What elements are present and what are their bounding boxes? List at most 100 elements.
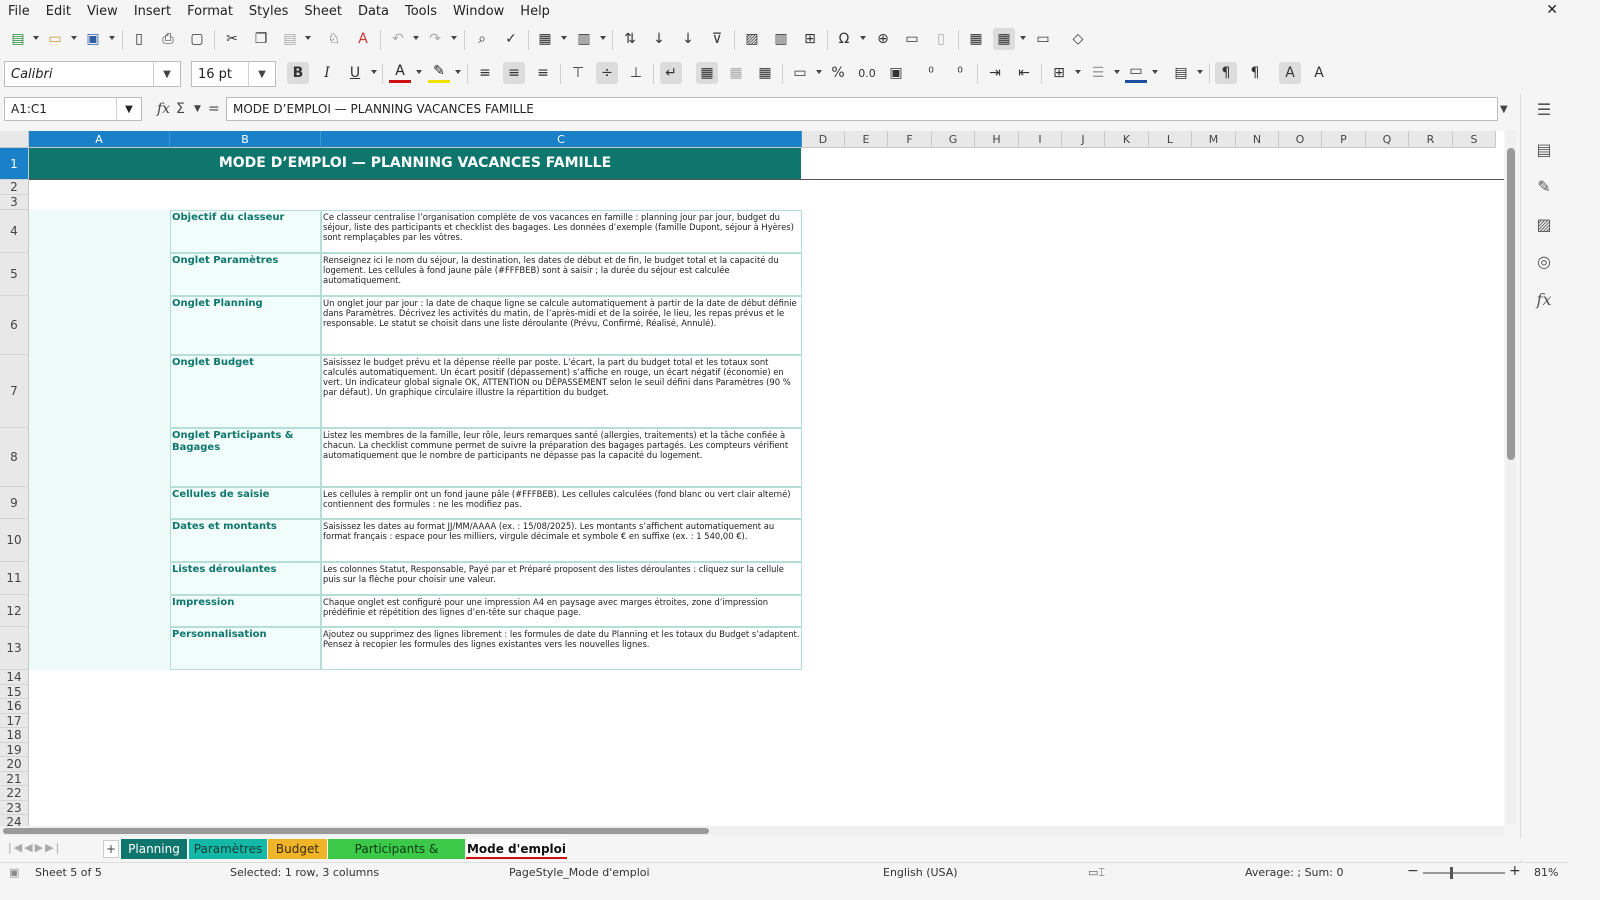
row-header-24[interactable]: 24 <box>0 815 29 826</box>
align-left-icon[interactable]: ≡ <box>474 62 496 84</box>
clone-formatting-icon[interactable]: ♘ <box>323 28 345 50</box>
italic-button[interactable]: I <box>316 62 338 84</box>
entry-label[interactable]: Onglet Planning <box>170 296 321 355</box>
row-icon[interactable]: ▦ <box>534 28 556 50</box>
row-header-19[interactable]: 19 <box>0 743 29 757</box>
align-center-icon[interactable]: ≡ <box>503 62 525 84</box>
chevron-down-icon[interactable]: ▼ <box>116 98 141 120</box>
border-style-icon[interactable]: ☰ <box>1087 62 1109 84</box>
number-format-button[interactable]: 0.0 <box>856 62 878 84</box>
column-header-q[interactable]: Q <box>1366 131 1409 148</box>
menu-insert[interactable]: Insert <box>126 4 179 19</box>
conditional-format-icon[interactable]: ▤ <box>1170 62 1192 84</box>
row-header-21[interactable]: 21 <box>0 772 29 786</box>
column-header-c[interactable]: C <box>321 131 802 148</box>
define-print-area-icon[interactable]: ▦ <box>965 28 987 50</box>
entry-label[interactable]: Objectif du classeur <box>170 210 321 253</box>
column-header-g[interactable]: G <box>932 131 975 148</box>
save-icon[interactable]: ▣ <box>82 28 104 50</box>
column-header-o[interactable]: O <box>1279 131 1322 148</box>
row-header-18[interactable]: 18 <box>0 728 29 743</box>
menu-view[interactable]: View <box>79 4 126 19</box>
align-top-icon[interactable]: ⊤ <box>567 62 589 84</box>
align-right-icon[interactable]: ≡ <box>532 62 554 84</box>
chevron-down-icon[interactable]: ▼ <box>153 62 180 86</box>
row-header-9[interactable]: 9 <box>0 487 29 519</box>
menu-help[interactable]: Help <box>512 4 558 19</box>
language[interactable]: English (USA) <box>883 866 958 879</box>
sum-icon[interactable]: Σ <box>176 101 185 117</box>
tab-navigation-icon[interactable]: |◀◀▶▶| <box>8 841 61 854</box>
column-header-d[interactable]: D <box>802 131 845 148</box>
row-header-2[interactable]: 2 <box>0 180 29 195</box>
find-replace-icon[interactable]: ⌕ <box>471 28 493 50</box>
print-preview-icon[interactable]: ▢ <box>186 28 208 50</box>
hyperlink-icon[interactable]: ⊕ <box>872 28 894 50</box>
spelling-icon[interactable]: ✓ <box>500 28 522 50</box>
zoom-in-icon[interactable]: + <box>1509 863 1521 879</box>
font-size-combo[interactable]: 16 pt ▼ <box>191 61 276 87</box>
header-footer-icon[interactable]: ▯ <box>930 28 952 50</box>
entry-label[interactable]: Personnalisation <box>170 627 321 670</box>
insert-image-icon[interactable]: ▨ <box>741 28 763 50</box>
sort-ascending-icon[interactable]: ↓ <box>648 28 670 50</box>
vertical-scroll-thumb[interactable] <box>1507 148 1515 460</box>
entry-label[interactable]: Onglet Budget <box>170 355 321 428</box>
expand-formula-bar-icon[interactable]: ▼ <box>1500 104 1508 115</box>
cut-icon[interactable]: ✂ <box>221 28 243 50</box>
formula-input[interactable]: MODE D’EMPLOI — PLANNING VACANCES FAMILL… <box>226 97 1498 121</box>
menu-styles[interactable]: Styles <box>241 4 296 19</box>
document-modified-icon[interactable]: ▣ <box>9 866 19 879</box>
row-header-3[interactable]: 3 <box>0 195 29 210</box>
entry-text[interactable]: Saisissez les dates au format JJ/MM/AAAA… <box>321 519 802 562</box>
borders-icon[interactable]: ⊞ <box>1048 62 1070 84</box>
formula-equals-icon[interactable]: = <box>208 101 220 117</box>
show-draw-functions-icon[interactable]: ◇ <box>1067 28 1089 50</box>
column-header-h[interactable]: H <box>975 131 1019 148</box>
row-header-8[interactable]: 8 <box>0 428 29 487</box>
entry-text[interactable]: Les cellules à remplir ont un fond jaune… <box>321 487 802 519</box>
column-header-n[interactable]: N <box>1236 131 1279 148</box>
horizontal-scroll-thumb[interactable] <box>3 828 709 834</box>
row-header-10[interactable]: 10 <box>0 519 29 562</box>
highlight-color-icon[interactable]: ✎ <box>428 62 450 83</box>
tab-mode-d-emploi[interactable]: Mode d'emploi <box>466 839 567 859</box>
unmerge-cells-icon[interactable]: ▦ <box>754 62 776 84</box>
menu-edit[interactable]: Edit <box>38 4 79 19</box>
menu-data[interactable]: Data <box>350 4 397 19</box>
add-sheet-icon[interactable]: + <box>103 840 119 858</box>
chevron-down-icon[interactable]: ▼ <box>194 104 201 114</box>
tab-budget[interactable]: Budget <box>268 839 327 859</box>
selection-mode-icon[interactable]: ▭⌶ <box>1088 866 1105 880</box>
comment-icon[interactable]: ▭ <box>901 28 923 50</box>
row-header-1[interactable]: 1 <box>0 148 29 180</box>
border-color-icon[interactable]: ▭ <box>1125 62 1147 83</box>
zoom-level[interactable]: 81% <box>1534 866 1558 879</box>
row-header-23[interactable]: 23 <box>0 801 29 815</box>
column-header-p[interactable]: P <box>1322 131 1366 148</box>
spreadsheet-grid[interactable]: A B C D E F G H I J K L M N O P Q R S 1 … <box>0 131 1504 826</box>
special-character-icon[interactable]: Ω <box>833 28 855 50</box>
open-folder-icon[interactable]: ▭ <box>44 28 66 50</box>
menu-file[interactable]: File <box>0 4 38 19</box>
zoom-slider-thumb[interactable] <box>1450 867 1453 879</box>
currency-format-icon[interactable]: ▭ <box>789 62 811 84</box>
font-color-icon[interactable]: A <box>389 62 411 83</box>
column-header-k[interactable]: K <box>1105 131 1149 148</box>
name-box[interactable]: A1:C1 ▼ <box>4 97 142 121</box>
column-header-s[interactable]: S <box>1453 131 1496 148</box>
row-header-12[interactable]: 12 <box>0 595 29 627</box>
date-format-icon[interactable]: ▣ <box>885 62 907 84</box>
row-header-13[interactable]: 13 <box>0 627 29 670</box>
entry-text[interactable]: Renseignez ici le nom du séjour, la dest… <box>321 253 802 296</box>
sidebar-menu-icon[interactable]: ☰ <box>1532 100 1556 124</box>
merge-cells-icon[interactable]: ▦ <box>725 62 747 84</box>
row-header-17[interactable]: 17 <box>0 714 29 728</box>
entry-text[interactable]: Les colonnes Statut, Responsable, Payé p… <box>321 562 802 595</box>
column-header-e[interactable]: E <box>845 131 888 148</box>
entry-label[interactable]: Dates et montants <box>170 519 321 562</box>
bold-button[interactable]: B <box>287 62 309 84</box>
tab-planning[interactable]: Planning <box>121 839 187 859</box>
font-name-combo[interactable]: Calibri ▼ <box>4 61 181 87</box>
navigator-icon[interactable]: ◎ <box>1532 252 1556 276</box>
